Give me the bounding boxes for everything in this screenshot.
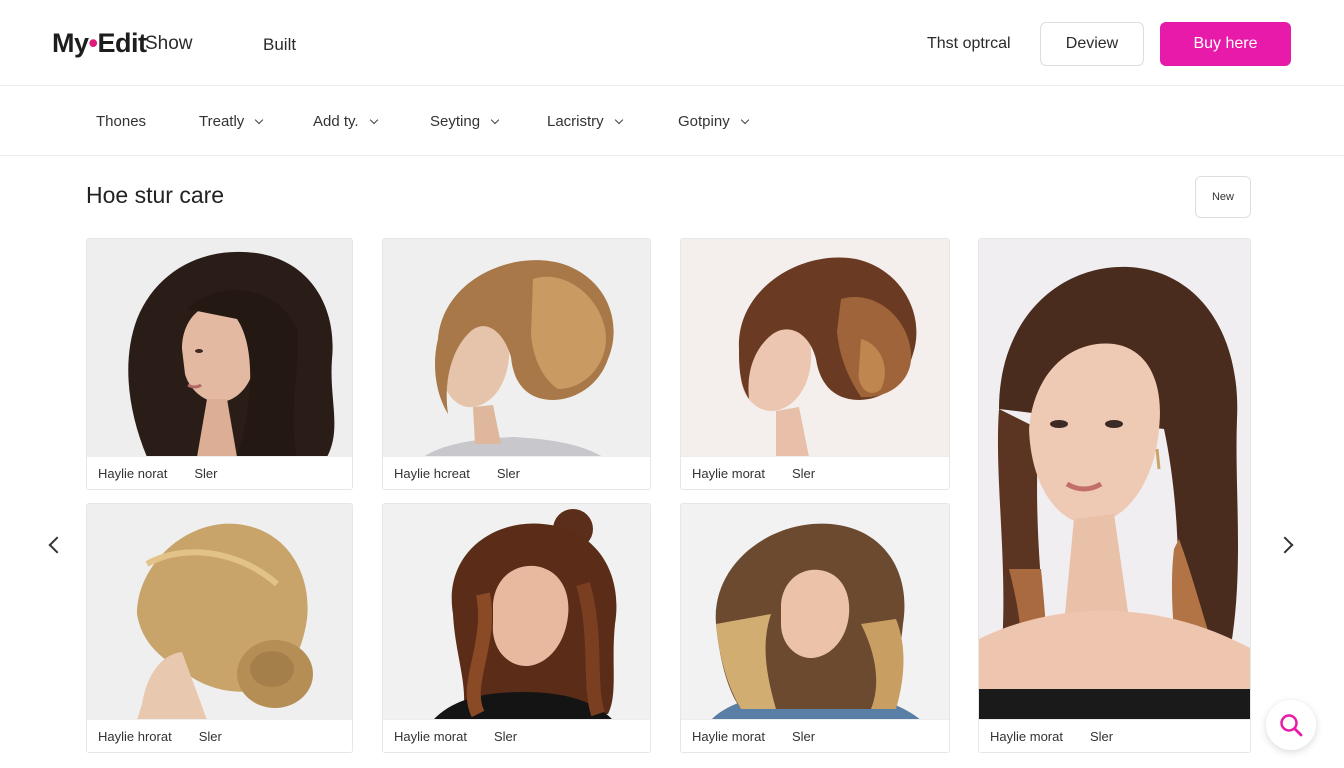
- chevron-down-icon: [740, 115, 749, 124]
- filter-label: Thones: [96, 113, 147, 130]
- logo-text-start: My: [52, 28, 89, 58]
- filter-gotpiny[interactable]: Gotpiny: [678, 113, 749, 130]
- card-tag: Sler: [791, 465, 816, 481]
- card-name: Haylie morat: [394, 728, 467, 744]
- card-tag: Sler: [496, 465, 520, 481]
- hairstyle-photo: [383, 239, 650, 457]
- card-tag: Sler: [1089, 728, 1114, 744]
- carousel-next-button[interactable]: [1276, 532, 1300, 558]
- chevron-down-icon: [490, 115, 500, 124]
- hairstyle-card[interactable]: Haylie morat Sler: [382, 503, 651, 753]
- logo-text-end: Edit: [97, 28, 147, 58]
- card-name: Haylie norat: [98, 465, 168, 481]
- hairstyle-card[interactable]: Haylie hcreat Sler: [382, 238, 651, 490]
- hairstyle-card[interactable]: Haylie hrorat Sler: [86, 503, 353, 753]
- filter-label: Gotpiny: [678, 113, 730, 130]
- nav-show[interactable]: Show: [145, 33, 193, 55]
- card-name: Haylie morat: [990, 728, 1063, 744]
- chevron-down-icon: [255, 115, 264, 124]
- card-tag: Sler: [194, 465, 218, 481]
- card-caption: Haylie morat Sler: [383, 719, 650, 752]
- header-text-link[interactable]: Thst optrcal: [927, 35, 1011, 53]
- hairstyle-photo: [87, 239, 352, 457]
- carousel-prev-button[interactable]: [42, 532, 66, 558]
- card-name: Haylie hrorat: [98, 728, 172, 744]
- section-title: Hoe stur care: [86, 182, 225, 208]
- buy-here-button[interactable]: Buy here: [1160, 22, 1291, 66]
- filter-treatly[interactable]: Treatly: [199, 113, 264, 130]
- filter-bar: Thones Treatly Add ty. Seyting Lacristry…: [0, 86, 1344, 156]
- deview-button[interactable]: Deview: [1040, 22, 1144, 66]
- hairstyle-card[interactable]: Haylie norat Sler: [86, 238, 353, 490]
- filter-seyting[interactable]: Seyting: [430, 113, 500, 130]
- filter-lacristry[interactable]: Lacristry: [547, 113, 623, 130]
- filter-add-ty[interactable]: Add ty.: [313, 113, 378, 130]
- card-caption: Haylie morat Sler: [979, 719, 1250, 752]
- hairstyle-card[interactable]: Haylie morat Sler: [680, 503, 950, 753]
- card-caption: Haylie hcreat Sler: [383, 456, 650, 489]
- hairstyle-photo: [979, 239, 1250, 720]
- hairstyle-photo: [87, 504, 352, 720]
- filter-label: Treatly: [199, 113, 245, 130]
- card-name: Haylie morat: [692, 728, 765, 744]
- card-tag: Sler: [198, 728, 222, 744]
- card-tag: Sler: [791, 728, 816, 744]
- card-caption: Haylie morat Sler: [681, 456, 949, 489]
- search-icon: [1280, 714, 1303, 737]
- filter-thones[interactable]: Thones: [96, 113, 146, 130]
- filter-label: Add ty.: [313, 113, 359, 130]
- card-caption: Haylie norat Sler: [87, 456, 352, 489]
- chevron-down-icon: [369, 115, 378, 124]
- hairstyle-photo: [383, 504, 650, 720]
- hairstyle-photo: [681, 239, 949, 457]
- top-header: My•Edit Show Built Thst optrcal Deview B…: [0, 0, 1344, 86]
- search-button[interactable]: [1266, 700, 1316, 750]
- new-button[interactable]: New: [1195, 176, 1251, 218]
- hairstyle-card[interactable]: Haylie morat Sler: [680, 238, 950, 490]
- chevron-right-icon: [1276, 536, 1294, 554]
- chevron-down-icon: [614, 115, 623, 124]
- card-caption: Haylie morat Sler: [681, 719, 949, 752]
- filter-label: Seyting: [430, 113, 481, 130]
- card-tag: Sler: [493, 728, 518, 744]
- hairstyle-photo: [681, 504, 949, 720]
- filter-label: Lacristry: [547, 113, 604, 130]
- logo[interactable]: My•Edit: [52, 28, 147, 59]
- card-name: Haylie hcreat: [394, 465, 470, 481]
- nav-built[interactable]: Built: [263, 35, 296, 55]
- card-caption: Haylie hrorat Sler: [87, 719, 352, 752]
- card-name: Haylie morat: [692, 465, 765, 481]
- hairstyle-card-featured[interactable]: Haylie morat Sler: [978, 238, 1251, 753]
- chevron-left-icon: [48, 536, 66, 554]
